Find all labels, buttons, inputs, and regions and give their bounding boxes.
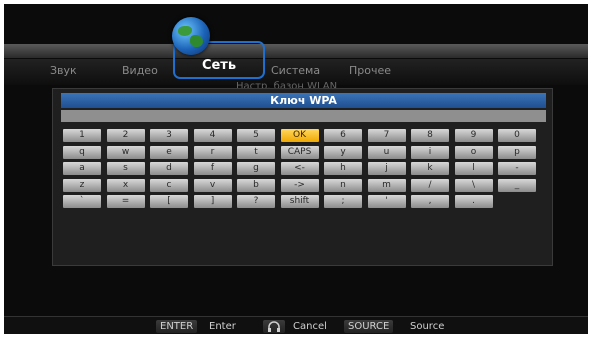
wpa-key-input[interactable] — [61, 110, 546, 122]
key-4-8[interactable]: , — [411, 195, 449, 208]
key-0-10[interactable]: 0 — [498, 129, 536, 142]
enter-key-label: ENTER — [156, 320, 198, 333]
headset-icon — [263, 320, 285, 333]
key-3-5[interactable]: -> — [280, 178, 319, 192]
enter-help-text: Enter — [209, 321, 236, 332]
key-4-6[interactable]: ; — [324, 195, 362, 208]
key-2-8[interactable]: k — [411, 162, 449, 175]
key-3-0[interactable]: z — [63, 178, 101, 192]
key-2-7[interactable]: j — [367, 162, 406, 175]
tab-sound[interactable]: Звук — [50, 64, 77, 77]
key-3-3[interactable]: v — [193, 178, 232, 192]
key-4-5[interactable]: shift — [280, 195, 319, 208]
key-1-1[interactable]: w — [106, 145, 145, 159]
tab-video[interactable]: Видео — [122, 64, 158, 77]
key-1-4[interactable]: t — [237, 145, 275, 159]
key-1-0[interactable]: q — [63, 145, 101, 159]
help-bar: ENTER Enter Cancel SOURCE Source — [4, 316, 588, 334]
key-2-9[interactable]: l — [454, 162, 493, 175]
tab-network-label: Сеть — [201, 58, 237, 73]
key-4-1[interactable]: = — [106, 195, 145, 208]
key-2-10[interactable]: - — [498, 162, 536, 175]
tab-system[interactable]: Система — [271, 64, 320, 77]
key-2-4[interactable]: g — [237, 162, 275, 175]
key-4-7[interactable]: ' — [367, 195, 406, 208]
key-0-3[interactable]: 4 — [193, 129, 232, 142]
key-4-2[interactable]: [ — [150, 195, 188, 208]
key-3-6[interactable]: n — [324, 178, 362, 192]
wpa-key-dialog: Ключ WPA 1 2 3 4 5 OK 6 7 8 9 0 q w e r t CAPS y u i o p a s d f g… — [52, 88, 553, 266]
key-1-8[interactable]: i — [411, 145, 449, 159]
key-1-2[interactable]: e — [150, 145, 188, 159]
top-decor-bar — [4, 44, 588, 58]
cancel-help-text: Cancel — [293, 321, 327, 332]
key-0-8[interactable]: 8 — [411, 129, 449, 142]
key-1-3[interactable]: r — [193, 145, 232, 159]
key-0-9[interactable]: 9 — [454, 129, 493, 142]
source-help-text: Source — [410, 321, 445, 332]
key-3-2[interactable]: c — [150, 178, 188, 192]
key-2-2[interactable]: d — [150, 162, 188, 175]
key-3-4[interactable]: b — [237, 178, 275, 192]
key-3-10[interactable]: _ — [498, 178, 536, 192]
key-2-3[interactable]: f — [193, 162, 232, 175]
dialog-title: Ключ WPA — [61, 93, 546, 108]
key-3-7[interactable]: m — [367, 178, 406, 192]
key-0-0[interactable]: 1 — [63, 129, 101, 142]
key-4-4[interactable]: ? — [237, 195, 275, 208]
key-1-5[interactable]: CAPS — [280, 145, 319, 159]
key-3-8[interactable]: / — [411, 178, 449, 192]
key-2-1[interactable]: s — [106, 162, 145, 175]
tab-other[interactable]: Прочее — [349, 64, 391, 77]
key-1-7[interactable]: u — [367, 145, 406, 159]
key-0-2[interactable]: 3 — [150, 129, 188, 142]
key-4-0[interactable]: ` — [63, 195, 101, 208]
key-0-7[interactable]: 7 — [367, 129, 406, 142]
key-3-9[interactable]: \ — [454, 178, 493, 192]
key-0-4[interactable]: 5 — [237, 129, 275, 142]
source-key-label: SOURCE — [344, 320, 394, 333]
globe-icon — [172, 17, 210, 55]
key-4-3[interactable]: ] — [193, 195, 232, 208]
key-0-6[interactable]: 6 — [324, 129, 362, 142]
key-1-10[interactable]: p — [498, 145, 536, 159]
key-2-6[interactable]: h — [324, 162, 362, 175]
key-1-6[interactable]: y — [324, 145, 362, 159]
key-3-1[interactable]: x — [106, 178, 145, 192]
key-1-9[interactable]: o — [454, 145, 493, 159]
key-2-0[interactable]: a — [63, 162, 101, 175]
tv-settings-screen: Звук Видео Система Прочее Сеть Настр. ба… — [4, 4, 588, 334]
key-4-9[interactable]: . — [454, 195, 493, 208]
key-0-5[interactable]: OK — [280, 129, 319, 142]
key-0-1[interactable]: 2 — [106, 129, 145, 142]
key-2-5[interactable]: <- — [280, 162, 319, 175]
